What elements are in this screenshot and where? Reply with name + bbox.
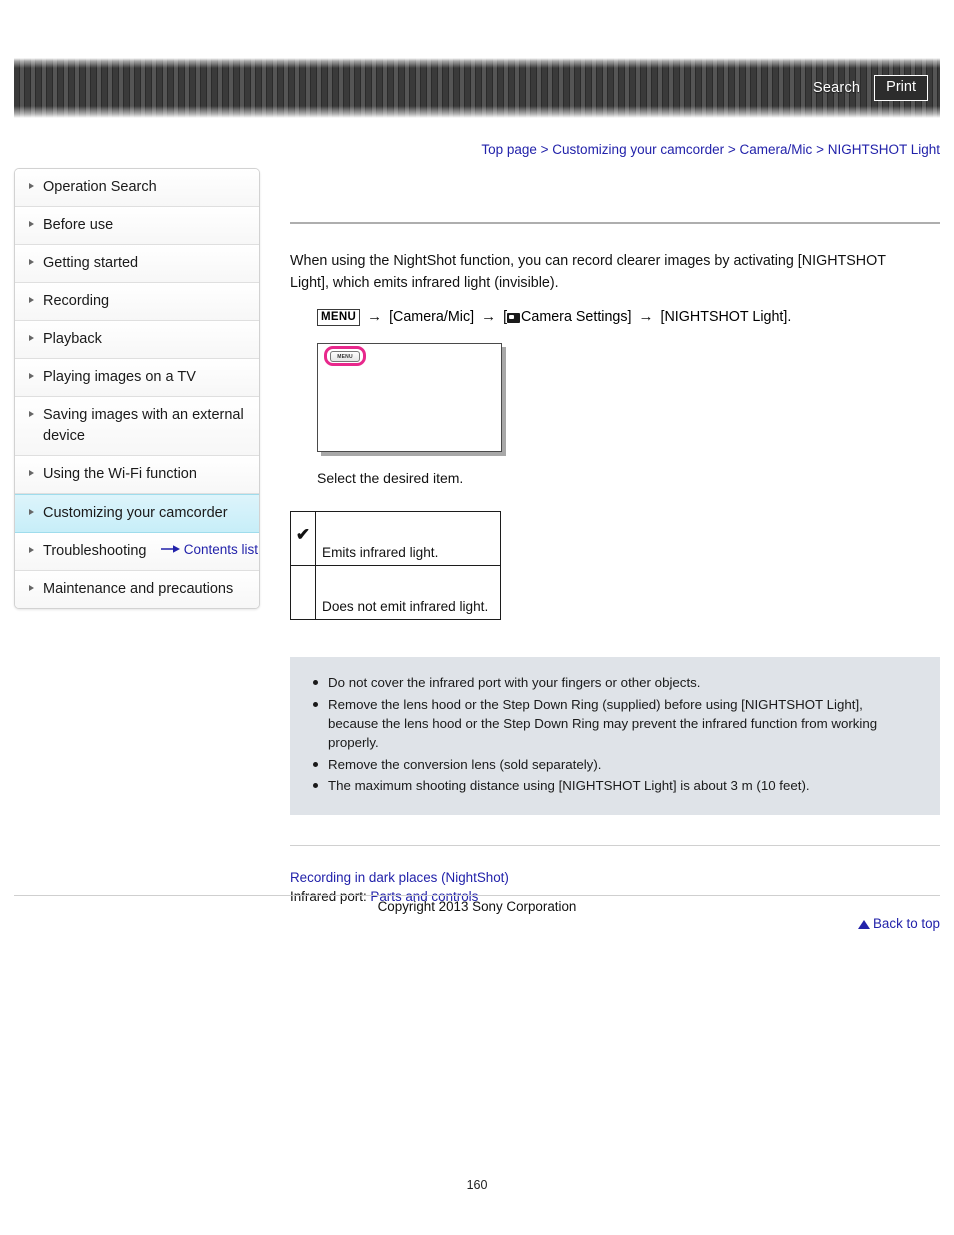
triangle-right-icon bbox=[29, 259, 34, 266]
page-number: 160 bbox=[466, 1178, 488, 1192]
menu-step-camera-mic: [Camera/Mic] bbox=[389, 308, 475, 325]
sidebar-item-customizing-your-camcorder[interactable]: Customizing your camcorder bbox=[15, 494, 259, 534]
sidebar-item-playing-images-on-a-tv[interactable]: Playing images on a TV bbox=[15, 359, 259, 398]
notes-list: Do not cover the infrared port with your… bbox=[306, 673, 920, 795]
menu-step-camera-settings: Camera Settings] bbox=[521, 308, 632, 325]
menu-highlight-ring bbox=[324, 346, 366, 367]
triangle-up-icon bbox=[858, 920, 870, 930]
breadcrumb-item-nightshot-light[interactable]: NIGHTSHOT Light bbox=[828, 142, 940, 157]
sidebar-item-using-the-wi-fi-function[interactable]: Using the Wi-Fi function bbox=[15, 456, 259, 495]
sidebar-item-label: Operation Search bbox=[43, 179, 157, 195]
sidebar-item-label: Saving images with an external device bbox=[43, 407, 244, 445]
back-to-top-link[interactable]: Back to top bbox=[873, 916, 940, 931]
breadcrumb: Top page > Customizing your camcorder > … bbox=[290, 142, 940, 157]
sidebar-item-label: Using the Wi-Fi function bbox=[43, 466, 197, 483]
content-top-divider bbox=[290, 222, 940, 224]
related-link-row: Recording in dark places (NightShot) bbox=[290, 868, 940, 887]
camcorder-screen-illustration: MENU bbox=[317, 343, 506, 456]
checkmark-icon: ✔ bbox=[290, 511, 316, 567]
list-item: Remove the lens hood or the Step Down Ri… bbox=[313, 695, 920, 753]
triangle-right-icon bbox=[29, 509, 34, 516]
arrow-right-glyph: → bbox=[638, 308, 654, 326]
table-row[interactable]: Does not emit infrared light. bbox=[290, 565, 501, 621]
footer-divider bbox=[14, 895, 940, 896]
triangle-right-icon bbox=[29, 183, 34, 189]
sidebar-item-label: Customizing your camcorder bbox=[43, 505, 228, 522]
list-item: Remove the conversion lens (sold separat… bbox=[313, 755, 920, 774]
sidebar-item-operation-search[interactable]: Operation Search bbox=[15, 169, 259, 208]
triangle-right-icon bbox=[29, 585, 34, 592]
sidebar-item-maintenance-and-precautions[interactable]: Maintenance and precautions bbox=[15, 571, 259, 609]
option-label: Emits infrared light. bbox=[315, 511, 501, 567]
breadcrumb-separator: > bbox=[727, 142, 736, 157]
sidebar-item-label: Before use bbox=[43, 217, 114, 234]
breadcrumb-item-top-page[interactable]: Top page bbox=[481, 142, 537, 157]
triangle-right-icon bbox=[29, 470, 34, 477]
triangle-right-icon bbox=[29, 335, 34, 342]
menu-path: MENU → [Camera/Mic] → [ Camera Settings]… bbox=[317, 308, 940, 327]
triangle-right-icon bbox=[29, 221, 34, 228]
list-item: Do not cover the infrared port with your… bbox=[313, 673, 920, 692]
triangle-right-icon bbox=[29, 297, 34, 304]
select-item-caption: Select the desired item. bbox=[317, 470, 464, 487]
sidebar-item-saving-images-with-an-external-device[interactable]: Saving images with an external device bbox=[15, 397, 259, 457]
intro-paragraph: When using the NightShot function, you c… bbox=[290, 253, 886, 291]
content-bottom-divider bbox=[290, 845, 940, 847]
menu-chip: MENU bbox=[317, 308, 361, 327]
sidebar-item-recording[interactable]: Recording bbox=[15, 283, 259, 322]
sidebar-item-label: Maintenance and precautions bbox=[43, 581, 234, 598]
main-content: When using the NightShot function, you c… bbox=[290, 222, 940, 931]
contents-list-link[interactable]: Contents list bbox=[184, 542, 258, 557]
header-banner: Search Print bbox=[14, 58, 940, 118]
arrow-right-icon bbox=[160, 542, 181, 557]
option-label: Does not emit infrared light. bbox=[315, 565, 501, 621]
sidebar-item-label: Getting started bbox=[43, 255, 139, 272]
breadcrumb-item-customizing-your-camcorder[interactable]: Customizing your camcorder bbox=[552, 142, 724, 157]
header-actions: Search Print bbox=[813, 58, 928, 118]
contents-list-row: Contents list bbox=[14, 541, 258, 557]
triangle-right-icon bbox=[29, 411, 34, 418]
arrow-right-glyph: → bbox=[367, 308, 383, 326]
checkmark-placeholder bbox=[290, 565, 316, 621]
triangle-right-icon bbox=[29, 373, 34, 380]
breadcrumb-separator: > bbox=[540, 142, 549, 157]
search-link[interactable]: Search bbox=[813, 80, 860, 96]
copyright-text: Copyright 2013 Sony Corporation bbox=[377, 899, 577, 914]
notes-panel: Do not cover the infrared port with your… bbox=[290, 657, 940, 816]
related-link-recording-in-dark-places[interactable]: Recording in dark places (NightShot) bbox=[290, 870, 509, 885]
sidebar-item-label: Recording bbox=[43, 293, 110, 310]
arrow-right-glyph: → bbox=[481, 308, 497, 326]
menu-step-nightshot-light: [NIGHTSHOT Light]. bbox=[660, 308, 792, 325]
sidebar-item-before-use[interactable]: Before use bbox=[15, 207, 259, 246]
sidebar-item-playback[interactable]: Playback bbox=[15, 321, 259, 360]
camera-settings-icon bbox=[507, 312, 521, 323]
breadcrumb-separator: > bbox=[816, 142, 824, 157]
options-table: ✔ Emits infrared light. Does not emit in… bbox=[290, 511, 501, 621]
list-item: The maximum shooting distance using [NIG… bbox=[313, 776, 920, 795]
breadcrumb-item-camera-mic[interactable]: Camera/Mic bbox=[740, 142, 813, 157]
table-row[interactable]: ✔ Emits infrared light. bbox=[290, 511, 501, 567]
sidebar-item-getting-started[interactable]: Getting started bbox=[15, 245, 259, 284]
back-to-top-row: Back to top bbox=[290, 916, 940, 931]
sidebar-item-label: Playing images on a TV bbox=[43, 369, 196, 386]
print-button[interactable]: Print bbox=[874, 75, 928, 101]
sidebar-item-label: Playback bbox=[43, 331, 102, 348]
